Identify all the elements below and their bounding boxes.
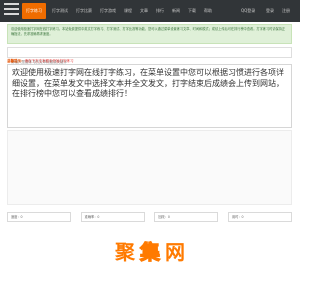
- qq-login-link[interactable]: QQ登录: [241, 0, 255, 22]
- watermark-char: 网: [165, 239, 185, 264]
- hint-text: 请在下方文本框中开始打字练习: [24, 59, 74, 63]
- watermark-char: 聚: [115, 239, 135, 264]
- notice-banner: 欢迎使用极速打字网在线打字练习。本站免费提供中英文打字练习、打字测试、打字比赛等…: [7, 24, 292, 44]
- search-box: [7, 47, 292, 67]
- input-panel[interactable]: [7, 130, 292, 205]
- nav-item-typing-test[interactable]: 打字测试: [50, 3, 70, 19]
- top-navbar: 打字练习 打字测试 打字比赛 打字游戏 课程 文章 排行 新闻 下载 帮助 QQ…: [0, 0, 300, 22]
- nav-item-typing-practice[interactable]: 打字练习: [22, 3, 46, 19]
- nav-item-articles[interactable]: 文章: [138, 3, 150, 19]
- nav-item-ranking[interactable]: 排行: [154, 3, 166, 19]
- stat-speed: 速度：0: [7, 212, 71, 222]
- nav-item-news[interactable]: 新闻: [170, 3, 182, 19]
- stats-row: 速度：0 准确率：0 回改：0 用时：0: [7, 212, 292, 222]
- watermark-char: 集: [139, 239, 160, 264]
- typing-text-area[interactable]: 欢迎使用极速打字网在线打字练习，在菜单设置中您可以根据习惯进行各项详细设置，在菜…: [7, 64, 292, 128]
- typing-text: 欢迎使用极速打字网在线打字练习，在菜单设置中您可以根据习惯进行各项详细设置，在菜…: [12, 68, 284, 98]
- nav-item-download[interactable]: 下载: [186, 3, 198, 19]
- register-link[interactable]: 注册: [282, 0, 290, 22]
- nav-item-courses[interactable]: 课程: [122, 3, 134, 19]
- notice-text: 欢迎使用极速打字网在线打字练习。本站免费提供中英文打字练习、打字测试、打字比赛等…: [11, 27, 286, 36]
- stat-accuracy: 准确率：0: [80, 212, 145, 222]
- nav-item-typing-game[interactable]: 打字游戏: [98, 3, 118, 19]
- login-link[interactable]: 登录: [266, 0, 274, 22]
- menu-icon[interactable]: [4, 3, 19, 18]
- hint-prefix: 温馨提示：: [7, 59, 25, 63]
- stat-backspace: 回改：0: [154, 212, 219, 222]
- main-nav: 打字练习 打字测试 打字比赛 打字游戏 课程 文章 排行 新闻 下载 帮助: [22, 3, 214, 19]
- watermark-logo: 聚 集 网: [102, 238, 198, 264]
- nav-item-typing-contest[interactable]: 打字比赛: [74, 3, 94, 19]
- stat-time: 用时：0: [227, 212, 292, 222]
- nav-item-help[interactable]: 帮助: [202, 3, 214, 19]
